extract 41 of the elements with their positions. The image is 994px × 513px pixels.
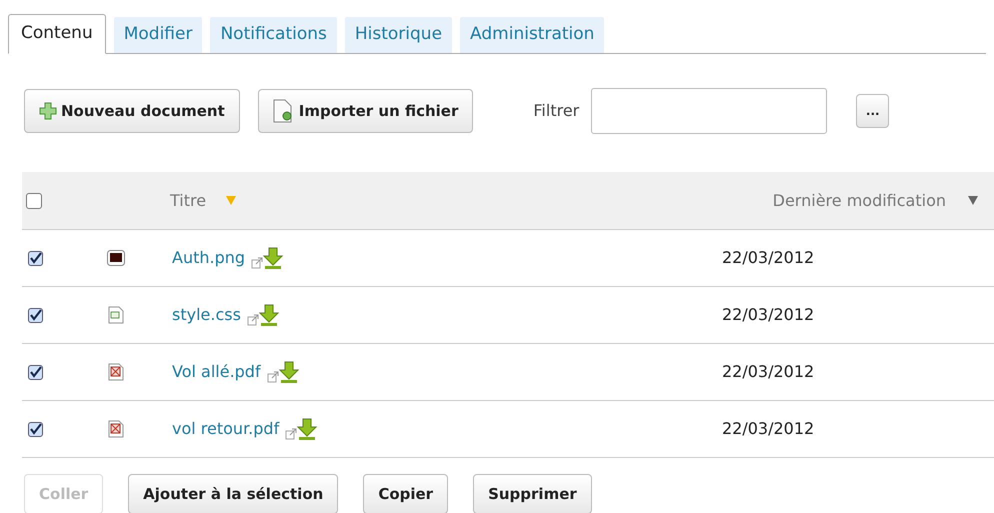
file-link[interactable]: style.css bbox=[172, 303, 241, 327]
file-link[interactable]: vol retour.pdf bbox=[172, 417, 280, 441]
code-file-icon bbox=[108, 306, 124, 324]
date-cell-text: 22/03/2012 bbox=[722, 304, 816, 326]
tab[interactable]: Historique bbox=[344, 17, 452, 53]
external-link-icon[interactable] bbox=[266, 371, 279, 383]
column-header[interactable]: Dernière modification bbox=[772, 188, 946, 212]
download-icon[interactable] bbox=[258, 304, 279, 326]
download-icon[interactable] bbox=[297, 418, 318, 440]
filter-field[interactable] bbox=[591, 88, 828, 134]
file-link[interactable]: Vol allé.pdf bbox=[172, 360, 261, 384]
tab[interactable]: Contenu bbox=[8, 14, 106, 54]
toolbar-button[interactable]: Importer un fichier bbox=[258, 89, 474, 133]
tab[interactable]: Modifier bbox=[114, 17, 202, 53]
external-link-icon[interactable] bbox=[246, 314, 259, 326]
file-link[interactable]: Auth.png bbox=[172, 246, 246, 270]
plus-icon bbox=[39, 102, 57, 120]
more-button[interactable]: ... bbox=[856, 94, 890, 128]
tab[interactable]: Notifications bbox=[210, 17, 337, 53]
action-button[interactable]: Ajouter à la sélection bbox=[128, 474, 338, 513]
column-header[interactable]: Titre bbox=[170, 188, 206, 212]
pdf-file-icon bbox=[108, 363, 124, 381]
row-checkbox[interactable] bbox=[28, 250, 43, 266]
date-cell-text: 22/03/2012 bbox=[722, 361, 816, 383]
download-icon[interactable] bbox=[263, 247, 284, 269]
date-cell-text: 22/03/2012 bbox=[722, 247, 816, 269]
select-all-checkbox[interactable] bbox=[26, 192, 42, 208]
toolbar-button[interactable]: Nouveau document bbox=[24, 89, 240, 133]
tab[interactable]: Administration bbox=[460, 17, 604, 53]
image-file-icon bbox=[107, 250, 125, 266]
pdf-file-icon bbox=[108, 420, 124, 438]
action-button[interactable]: Supprimer bbox=[473, 474, 592, 513]
date-cell-text: 22/03/2012 bbox=[722, 418, 816, 440]
action-button[interactable]: Copier bbox=[363, 474, 448, 513]
external-link-icon[interactable] bbox=[251, 257, 264, 269]
row-checkbox[interactable] bbox=[28, 364, 43, 380]
download-icon[interactable] bbox=[278, 361, 299, 383]
row-checkbox[interactable] bbox=[28, 422, 43, 436]
filter-label: Filtrer bbox=[533, 100, 580, 122]
row-checkbox[interactable] bbox=[28, 308, 43, 322]
external-link-icon[interactable] bbox=[285, 428, 298, 440]
